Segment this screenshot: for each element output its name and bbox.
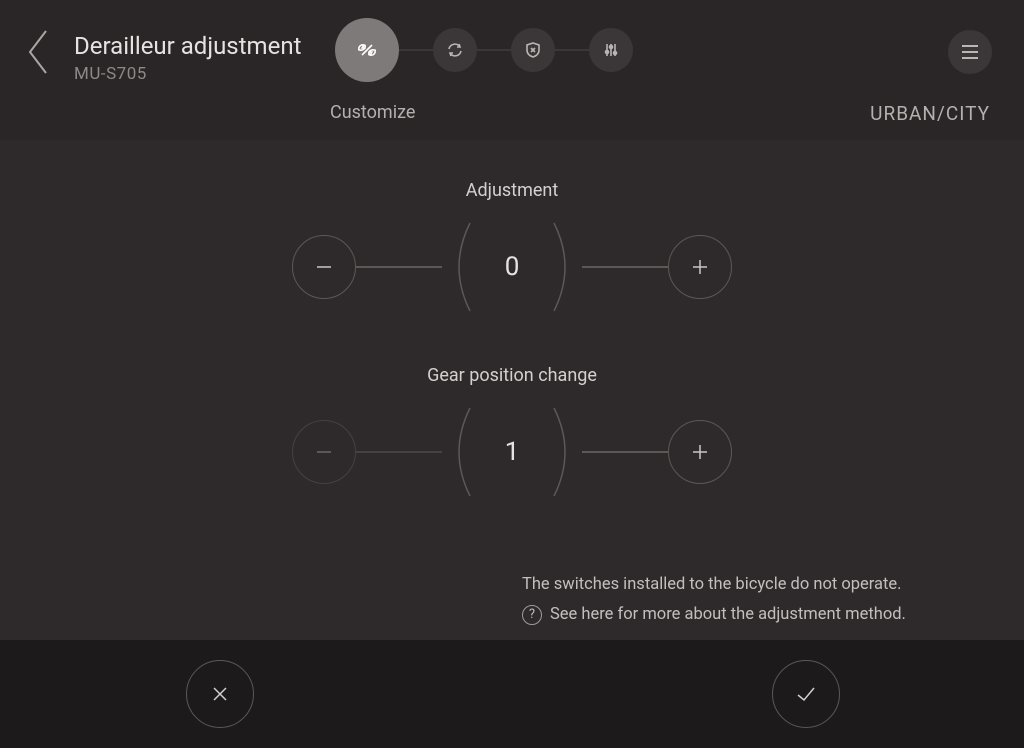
step-sync[interactable]: [433, 28, 477, 72]
help-icon: ?: [522, 605, 542, 625]
cancel-button[interactable]: [186, 660, 254, 728]
menu-icon: [962, 45, 978, 59]
info-line2: See here for more about the adjustment m…: [550, 600, 906, 630]
rail: [582, 451, 668, 453]
header: Derailleur adjustment MU-S705: [0, 0, 1024, 140]
info-help-link[interactable]: ? See here for more about the adjustment…: [522, 600, 906, 630]
adjustment-row: 0: [292, 219, 732, 315]
footer: [0, 640, 1024, 748]
gear-plus-button[interactable]: [668, 420, 732, 484]
adjustment-minus-button[interactable]: [292, 235, 356, 299]
close-icon: [207, 681, 233, 707]
controls: Adjustment 0 Gear position change: [0, 140, 1024, 500]
confirm-button[interactable]: [772, 660, 840, 728]
gear-minus-button[interactable]: [292, 420, 356, 484]
rail: [356, 266, 442, 268]
info-block: The switches installed to the bicycle do…: [522, 570, 906, 629]
step-connector: [555, 49, 589, 51]
sync-icon: [445, 40, 465, 60]
adjustment-value-box: 0: [442, 219, 582, 315]
step-connector: [399, 49, 433, 51]
gear-group: Gear position change 1: [292, 365, 732, 500]
title-block: Derailleur adjustment MU-S705: [74, 32, 301, 84]
step-connector: [477, 49, 511, 51]
step-label: Customize: [330, 102, 415, 123]
minus-icon: [311, 439, 337, 465]
info-line1: The switches installed to the bicycle do…: [522, 570, 906, 600]
adjustment-label: Adjustment: [292, 180, 732, 201]
step-protect[interactable]: [511, 28, 555, 72]
shield-x-icon: [523, 40, 543, 60]
lens-frame-icon: [442, 219, 582, 315]
gear-label: Gear position change: [292, 365, 732, 386]
plus-icon: [687, 254, 713, 280]
lens-frame-icon: [442, 404, 582, 500]
minus-icon: [311, 254, 337, 280]
check-icon: [791, 679, 821, 709]
back-button[interactable]: [20, 22, 54, 82]
page-subtitle: MU-S705: [74, 64, 301, 84]
mode-label: URBAN/CITY: [870, 102, 990, 125]
gear-row: 1: [292, 404, 732, 500]
plus-icon: [687, 439, 713, 465]
rail: [582, 266, 668, 268]
adjustment-plus-button[interactable]: [668, 235, 732, 299]
sliders-icon: [601, 40, 621, 60]
adjustment-group: Adjustment 0: [292, 180, 732, 315]
rail: [356, 451, 442, 453]
step-customize[interactable]: [335, 18, 399, 82]
page-title: Derailleur adjustment: [74, 32, 301, 60]
tools-icon: [353, 36, 381, 64]
menu-button[interactable]: [948, 30, 992, 74]
step-tune[interactable]: [589, 28, 633, 72]
chevron-left-icon: [24, 27, 50, 77]
wizard-steps: [335, 28, 633, 72]
gear-value-box: 1: [442, 404, 582, 500]
